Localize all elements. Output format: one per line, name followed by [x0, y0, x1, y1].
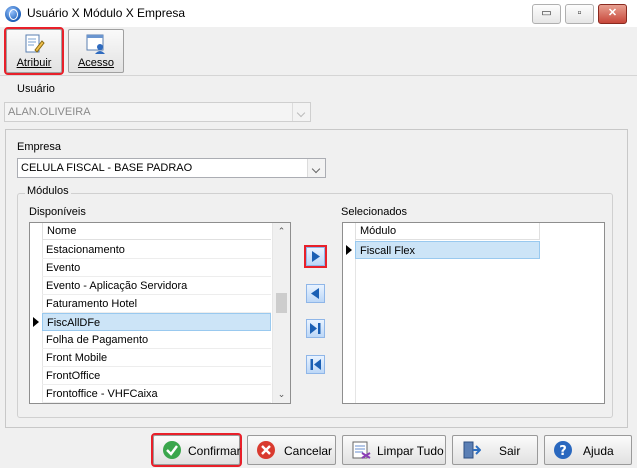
ajuda-button[interactable]: ? Ajuda	[544, 435, 632, 465]
edit-document-icon	[25, 34, 45, 53]
scroll-thumb[interactable]	[276, 293, 287, 313]
usuario-label: Usuário	[17, 83, 55, 95]
usuario-combo[interactable]: ALAN.OLIVEIRA	[4, 102, 311, 122]
current-row-icon	[346, 245, 352, 255]
list-item[interactable]: FiscAllDFe	[42, 313, 271, 331]
sair-button[interactable]: Sair	[452, 435, 538, 465]
cancel-circle-icon	[257, 441, 275, 459]
empresa-label: Empresa	[17, 141, 62, 153]
usuario-value: ALAN.OLIVEIRA	[8, 106, 91, 118]
remove-selected-button[interactable]	[306, 284, 325, 303]
atribuir-button[interactable]: Atribuir	[4, 27, 64, 75]
remove-all-button[interactable]	[306, 355, 325, 374]
cancelar-label: Cancelar	[284, 444, 333, 458]
title-bar: Usuário X Módulo X Empresa ▭ ▫ ✕	[0, 0, 637, 28]
arrow-left-end-icon	[310, 359, 321, 370]
svg-text:?: ?	[559, 444, 567, 459]
clear-list-icon	[352, 441, 371, 459]
acesso-button[interactable]: Acesso	[68, 29, 124, 73]
help-icon: ?	[554, 441, 572, 459]
window-title: Usuário X Módulo X Empresa	[27, 6, 186, 20]
disponiveis-label: Disponíveis	[29, 206, 86, 218]
footer-bar: Confirmar Cancelar Limpar Tudo Sair ? Aj…	[0, 430, 637, 468]
arrow-left-icon	[311, 288, 319, 299]
disponiveis-grid[interactable]: Nome Estacionamento Evento Evento - Aplica…	[29, 222, 291, 404]
list-item[interactable]: Faturamento Hotel	[42, 295, 271, 313]
sair-label: Sair	[499, 444, 521, 458]
user-access-icon	[86, 34, 105, 54]
maximize-button[interactable]: ▫	[565, 4, 594, 24]
scroll-up-icon[interactable]: ⌃	[273, 223, 290, 240]
limpar-tudo-label: Limpar Tudo	[377, 444, 444, 458]
list-item[interactable]: Evento - Aplicação Servidora	[42, 277, 271, 295]
empresa-combo[interactable]: CELULA FISCAL - BASE PADRAO	[17, 158, 326, 178]
confirmar-button[interactable]: Confirmar	[151, 433, 242, 467]
current-row-icon	[33, 317, 39, 327]
acesso-label: Acesso	[77, 57, 115, 69]
limpar-tudo-button[interactable]: Limpar Tudo	[342, 435, 446, 465]
exit-door-icon	[463, 441, 481, 459]
list-item[interactable]: Estacionamento	[42, 241, 271, 259]
chevron-down-icon[interactable]	[292, 103, 310, 121]
scroll-down-icon[interactable]: ⌄	[273, 386, 290, 403]
arrow-right-end-icon	[310, 323, 321, 334]
disponiveis-header[interactable]: Nome	[42, 223, 271, 240]
list-item[interactable]: Frontoffice - VHFCaixa	[42, 385, 271, 403]
toolbar: Atribuir Acesso	[0, 27, 637, 76]
atribuir-label: Atribuir	[16, 57, 52, 69]
close-button[interactable]: ✕	[598, 4, 627, 24]
list-item[interactable]: Fiscall Flex	[355, 241, 540, 259]
add-all-button[interactable]	[306, 319, 325, 338]
empresa-value: CELULA FISCAL - BASE PADRAO	[21, 162, 193, 174]
modulos-group-title: Módulos	[25, 185, 71, 197]
disponiveis-scrollbar[interactable]: ⌃ ⌄	[272, 223, 290, 403]
arrow-right-icon	[312, 251, 320, 262]
selecionados-grid[interactable]: Módulo Fiscall Flex	[342, 222, 605, 404]
selecionados-header[interactable]: Módulo	[355, 223, 540, 240]
list-item[interactable]: Evento	[42, 259, 271, 277]
app-icon	[5, 6, 21, 22]
check-circle-icon	[163, 441, 181, 459]
add-selected-button[interactable]	[304, 245, 327, 268]
cancelar-button[interactable]: Cancelar	[247, 435, 336, 465]
list-item[interactable]: Folha de Pagamento	[42, 331, 271, 349]
confirmar-label: Confirmar	[188, 444, 241, 458]
chevron-down-icon[interactable]	[307, 159, 325, 177]
list-item[interactable]: Front Mobile	[42, 349, 271, 367]
list-item[interactable]: FrontOffice	[42, 367, 271, 385]
ajuda-label: Ajuda	[583, 444, 614, 458]
minimize-button[interactable]: ▭	[532, 4, 561, 24]
selecionados-label: Selecionados	[341, 206, 408, 218]
